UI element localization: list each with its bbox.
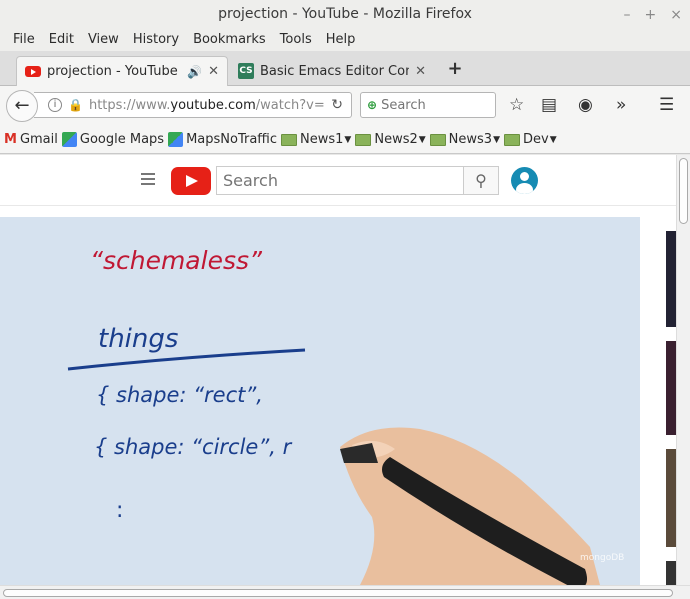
related-video-thumbnail[interactable]: [666, 449, 676, 547]
bookmark-folder-news1[interactable]: News1 ▼: [281, 132, 351, 147]
youtube-header: ⚲: [0, 155, 676, 206]
url-prefix: https://www.: [88, 97, 171, 113]
mongodb-watermark: mongoDB: [580, 553, 624, 563]
vertical-scroll-thumb[interactable]: [679, 158, 688, 224]
account-avatar[interactable]: [511, 167, 538, 194]
menu-bookmarks[interactable]: Bookmarks: [186, 29, 273, 51]
bookmark-label: News2: [374, 132, 418, 147]
url-rest: /watch?v=8z: [255, 97, 325, 113]
youtube-logo-icon[interactable]: [171, 167, 211, 195]
info-icon[interactable]: i: [48, 98, 62, 112]
text-things: things: [98, 324, 178, 354]
horizontal-scrollbar[interactable]: [0, 585, 690, 599]
cs-favicon-icon: CS: [238, 63, 254, 79]
bookmark-label: Google Maps: [79, 132, 165, 147]
maps-icon: [61, 132, 77, 147]
related-video-thumbnail[interactable]: [666, 231, 676, 327]
vertical-scrollbar[interactable]: [676, 155, 690, 585]
menu-help[interactable]: Help: [319, 29, 363, 51]
maps-icon: [168, 132, 184, 147]
search-icon: ⚲: [475, 171, 487, 190]
bookmark-label: News1: [300, 132, 344, 147]
bookmark-gmail[interactable]: M Gmail: [4, 132, 58, 147]
folder-icon: [355, 133, 372, 146]
folder-icon: [504, 133, 520, 146]
tab-label: Basic Emacs Editor Com…: [260, 63, 409, 79]
tab-strip: projection - YouTube 🔊 ✕ CS Basic Emacs …: [0, 51, 690, 86]
menu-bar: File Edit View History Bookmarks Tools H…: [0, 29, 690, 51]
guide-menu-icon[interactable]: [141, 173, 155, 185]
tab-label: projection - YouTube: [47, 64, 178, 79]
bookmark-folder-dev[interactable]: Dev ▼: [504, 132, 557, 147]
dropdown-arrow-icon: ▼: [493, 134, 500, 145]
bookmark-label: Dev: [523, 132, 549, 147]
overflow-chevron-icon[interactable]: »: [616, 95, 626, 115]
folder-icon: [429, 133, 446, 146]
youtube-search-input[interactable]: [223, 171, 453, 190]
related-video-thumbnail[interactable]: [666, 341, 676, 435]
minimize-button[interactable]: –: [624, 7, 631, 23]
reading-list-icon[interactable]: ▤: [541, 95, 557, 115]
close-tab-icon[interactable]: ✕: [208, 64, 219, 79]
text-shape-rect: { shape: “rect”,: [96, 383, 263, 407]
tab-youtube[interactable]: projection - YouTube 🔊 ✕: [16, 56, 228, 86]
navigation-toolbar: i 🔒 https://www.youtube.com/watch?v=8z ↻…: [0, 86, 690, 126]
hand-with-marker: [340, 427, 600, 585]
menu-history[interactable]: History: [126, 29, 186, 51]
url-bar[interactable]: i 🔒 https://www.youtube.com/watch?v=8z ↻: [34, 92, 352, 118]
bookmark-label: MapsNoTraffic: [186, 132, 278, 147]
dropdown-arrow-icon: ▼: [344, 134, 352, 145]
lock-icon[interactable]: 🔒: [68, 98, 83, 112]
new-tab-button[interactable]: +: [444, 56, 466, 82]
folder-icon: [281, 133, 298, 146]
bookmarks-toolbar: M Gmail Google Maps MapsNoTraffic News1 ▼ …: [0, 126, 690, 154]
dropdown-arrow-icon: ▼: [418, 134, 426, 145]
bookmark-label: Gmail: [19, 132, 58, 147]
pocket-icon[interactable]: ◉: [578, 95, 593, 115]
related-videos-column: [651, 217, 676, 585]
bookmark-google-maps[interactable]: Google Maps: [61, 132, 165, 147]
reload-icon[interactable]: ↻: [331, 97, 343, 113]
menu-edit[interactable]: Edit: [42, 29, 81, 51]
browser-search-input[interactable]: [381, 97, 482, 113]
bookmark-folder-news3[interactable]: News3 ▼: [429, 132, 500, 147]
menu-tools[interactable]: Tools: [273, 29, 319, 51]
youtube-favicon-icon: [25, 66, 41, 77]
youtube-search-button[interactable]: ⚲: [463, 166, 499, 195]
hamburger-menu-icon[interactable]: ☰: [659, 95, 674, 115]
menu-file[interactable]: File: [6, 29, 42, 51]
text-shape-circle: { shape: “circle”, r: [94, 435, 293, 459]
window-titlebar: projection - YouTube - Mozilla Firefox –…: [0, 0, 690, 29]
page-viewport: ⚲ “schemaless” things { shape: “rect”, {…: [0, 155, 676, 585]
gmail-icon: M: [4, 132, 17, 147]
related-video-thumbnail[interactable]: [666, 561, 676, 585]
menu-view[interactable]: View: [81, 29, 126, 51]
speaker-icon[interactable]: 🔊: [187, 65, 202, 79]
back-arrow-icon: ←: [14, 95, 30, 116]
search-engine-icon[interactable]: ⊕: [367, 98, 377, 112]
tab-emacs[interactable]: CS Basic Emacs Editor Com… ✕: [230, 56, 434, 86]
maximize-button[interactable]: +: [645, 7, 657, 23]
whiteboard-frame: “schemaless” things { shape: “rect”, { s…: [67, 246, 624, 585]
dropdown-arrow-icon: ▼: [549, 134, 557, 145]
bookmark-mapsnotraffic[interactable]: MapsNoTraffic: [168, 132, 277, 147]
close-window-button[interactable]: ×: [670, 7, 682, 23]
back-button[interactable]: ←: [6, 90, 38, 122]
video-player[interactable]: “schemaless” things { shape: “rect”, { s…: [0, 217, 640, 585]
youtube-search-box[interactable]: [216, 166, 464, 195]
horizontal-scroll-thumb[interactable]: [3, 589, 673, 597]
text-schemaless: “schemaless”: [90, 246, 263, 275]
bookmark-folder-news2[interactable]: News2 ▼: [355, 132, 426, 147]
url-text[interactable]: https://www.youtube.com/watch?v=8z: [89, 98, 325, 113]
window-controls: – + ×: [624, 0, 682, 29]
close-tab-icon[interactable]: ✕: [415, 64, 426, 79]
url-host: youtube.com: [170, 97, 256, 113]
browser-search-bar[interactable]: ⊕: [360, 92, 496, 118]
window-title: projection - YouTube - Mozilla Firefox: [218, 6, 472, 22]
text-ellipsis: :: [116, 498, 123, 523]
bookmark-star-icon[interactable]: ☆: [509, 95, 524, 115]
bookmark-label: News3: [448, 132, 493, 147]
